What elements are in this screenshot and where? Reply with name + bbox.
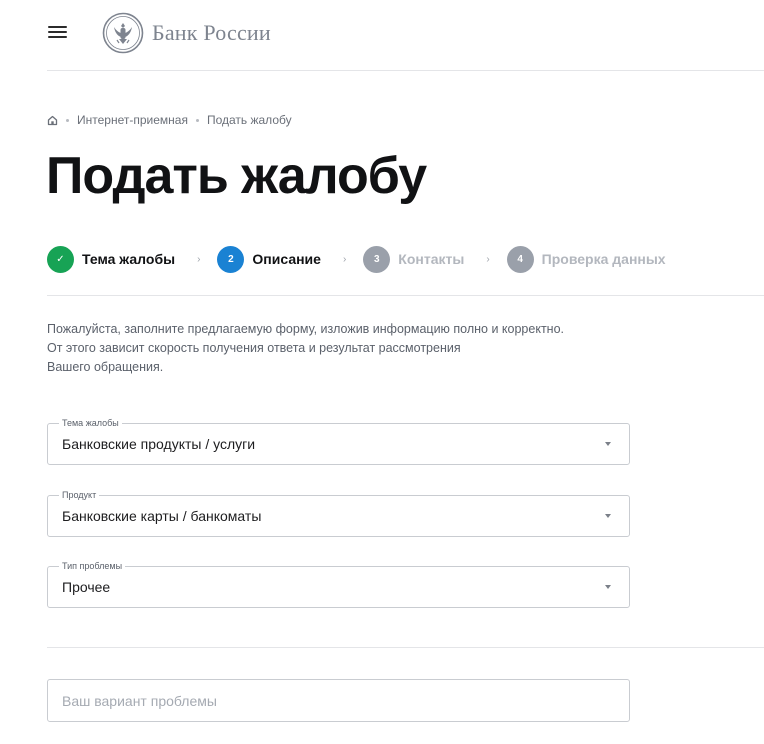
step-label: Контакты <box>398 251 465 267</box>
site-header: Банк России <box>47 0 764 71</box>
divider <box>47 647 764 648</box>
chevron-right-icon: › <box>486 253 490 265</box>
product-select[interactable]: Продукт Банковские карты / банкоматы <box>47 489 630 537</box>
page-title: Подать жалобу <box>46 147 427 205</box>
step-number: 3 <box>363 245 391 273</box>
chevron-right-icon: › <box>342 253 347 265</box>
step-label: Тема жалобы <box>82 251 176 267</box>
check-icon: ✓ <box>47 245 74 273</box>
step-review: 4 Проверка данных <box>506 245 666 273</box>
step-number: 2 <box>217 245 245 273</box>
field-value: Банковские карты / банкоматы <box>62 508 262 524</box>
divider <box>47 295 764 296</box>
menu-icon[interactable] <box>47 23 69 41</box>
caret-down-icon <box>605 514 611 518</box>
step-number: 4 <box>506 245 534 273</box>
caret-down-icon <box>605 585 611 589</box>
step-description[interactable]: 2 Описание <box>217 245 321 273</box>
topic-select[interactable]: Тема жалобы Банковские продукты / услуги <box>47 417 630 465</box>
breadcrumb-link-reception[interactable]: Интернет-приемная <box>77 113 188 127</box>
problem-type-select[interactable]: Тип проблемы Прочее <box>47 560 630 608</box>
field-value: Прочее <box>62 579 111 595</box>
field-value: Банковские продукты / услуги <box>62 436 256 452</box>
stepper: ✓ Тема жалобы › 2 Описание › 3 Контакты … <box>47 245 666 273</box>
step-contacts: 3 Контакты <box>363 245 465 273</box>
logo-text: Банк России <box>152 20 271 45</box>
intro-text: Пожалуйста, заполните предлагаемую форму… <box>47 322 564 374</box>
step-label: Проверка данных <box>541 251 666 267</box>
logo[interactable]: Банк России <box>102 12 271 54</box>
caret-down-icon <box>605 442 611 446</box>
custom-problem-input[interactable] <box>47 679 630 722</box>
step-topic[interactable]: ✓ Тема жалобы <box>47 245 176 273</box>
breadcrumb-separator <box>66 118 69 122</box>
breadcrumb: Интернет-приемная Подать жалобу <box>47 111 292 129</box>
field-label: Тема жалобы <box>59 417 122 429</box>
breadcrumb-separator <box>195 118 199 122</box>
bank-emblem-icon <box>102 12 144 54</box>
breadcrumb-current: Подать жалобу <box>206 113 292 127</box>
field-label: Продукт <box>59 489 100 501</box>
chevron-right-icon: › <box>197 253 201 265</box>
field-label: Тип проблемы <box>59 560 126 572</box>
step-label: Описание <box>252 251 321 267</box>
home-icon[interactable] <box>47 115 58 126</box>
